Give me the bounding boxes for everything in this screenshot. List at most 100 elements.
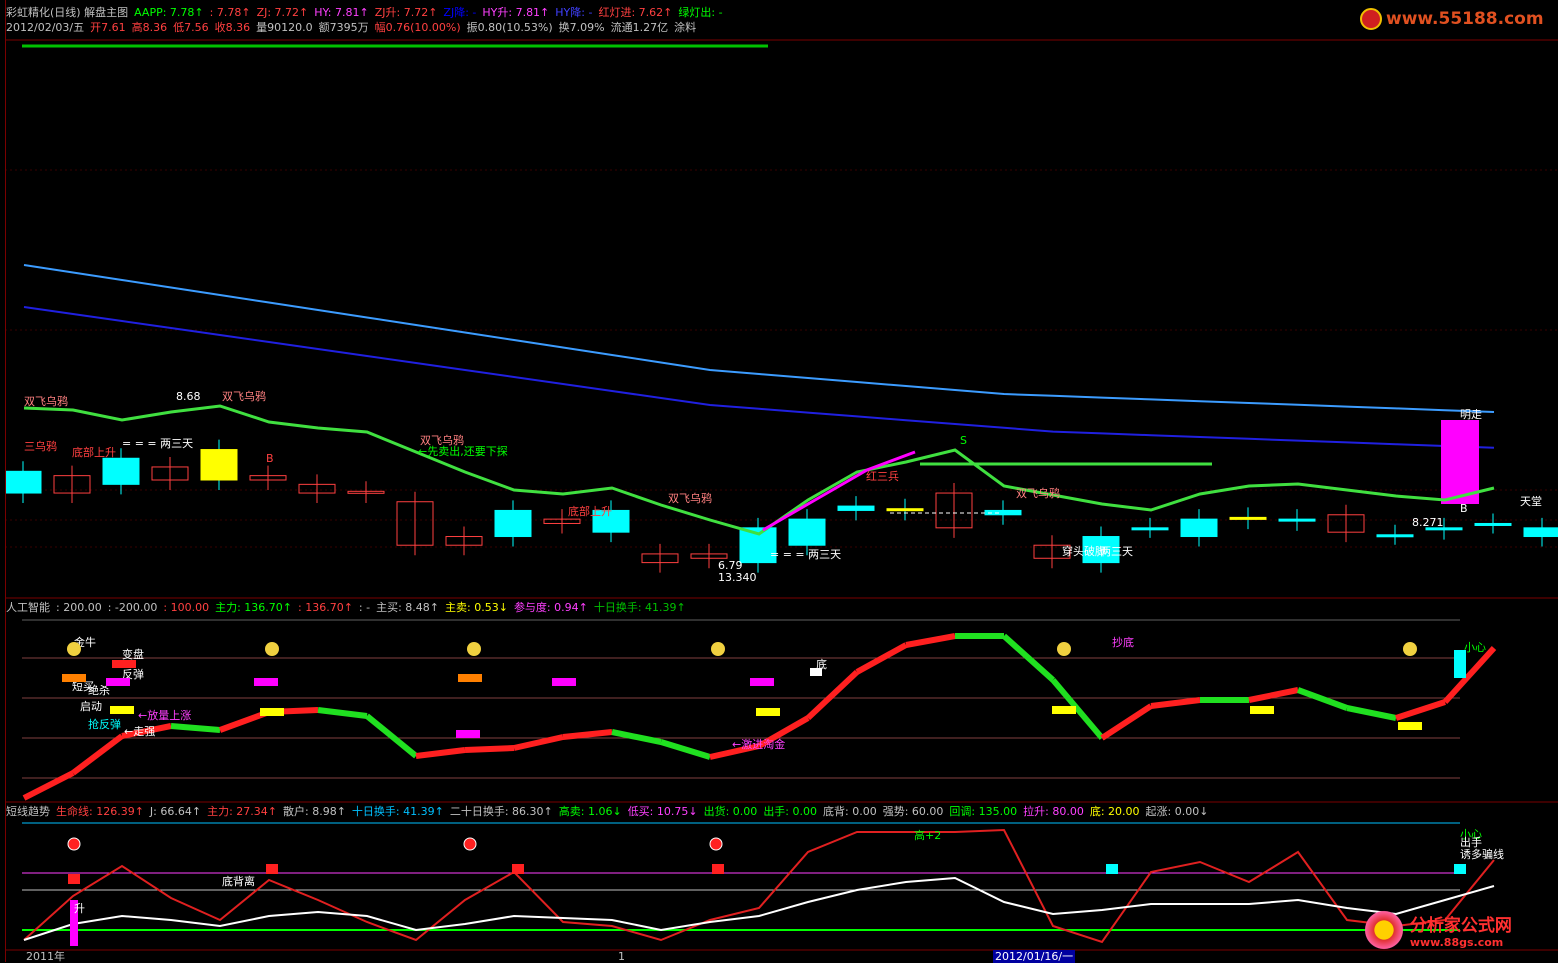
- panel3-marker-2: [512, 864, 524, 874]
- panel2-header-item-7: 主买: 8.48↑: [376, 601, 440, 614]
- watermark-bottom: 分析家公式网 www.88gs.com: [1362, 908, 1512, 952]
- panel2-bar-4: [254, 678, 278, 686]
- panel3-header-item-6: 二十日换手: 86.30↑: [449, 805, 553, 818]
- panel2-header-item-3: : 100.00: [163, 601, 210, 614]
- panel2-bar-11: [810, 668, 822, 676]
- panel2-label-6: 抢反弹: [88, 717, 121, 731]
- panel2-header-item-1: : 200.00: [56, 601, 102, 614]
- panel2-bar-13: [1250, 706, 1274, 714]
- price-label-6: B: [266, 452, 274, 465]
- panel2-segment-17: [855, 642, 908, 675]
- panel2-bar-8: [552, 678, 576, 686]
- panel2-segment-1: [71, 733, 124, 776]
- panel2-bar-6: [458, 674, 482, 682]
- price-label-14: 红三兵: [866, 470, 899, 483]
- panel3-marker-3: [712, 864, 724, 874]
- candle-body-4: [200, 449, 238, 481]
- header-row2-item-6: 额7395万: [318, 21, 369, 34]
- panel2-label-1: 变盘: [122, 647, 144, 661]
- panel3-label-5: 升: [74, 902, 85, 915]
- price-label-16: 双飞乌鸦: [1016, 486, 1060, 500]
- header-row1-item-2: : 7.78↑: [209, 6, 251, 19]
- panel2-segment-7: [365, 713, 418, 759]
- panel2-label-12: 小心: [1464, 641, 1486, 654]
- ma-mid-line: [23, 306, 1495, 449]
- panel2-header-item-4: 主力: 136.70↑: [215, 601, 292, 614]
- header-row1-item-10: 绿灯出: -: [678, 6, 723, 19]
- panel2-segment-29: [1442, 645, 1497, 705]
- header-row1-item-1: AAPP: 7.78↑: [134, 6, 204, 19]
- panel2-header-item-10: 十日换手: 41.39↑: [593, 601, 686, 614]
- panel2-segment-3: [170, 723, 221, 733]
- smiley-icon-5: [1403, 642, 1417, 656]
- panel3-marker-1: [266, 864, 278, 874]
- header-row1-item-3: ZJ: 7.72↑: [256, 6, 309, 19]
- panel2-segment-6: [317, 707, 368, 719]
- header-row2-item-7: 幅0.76(10.00%): [374, 21, 461, 34]
- panel2-bar-15: [1454, 650, 1466, 678]
- panel3-marker-0: [68, 874, 80, 884]
- panel3-header-item-7: 高卖: 1.06↓: [558, 805, 622, 818]
- header-row2-item-10: 流通1.27亿: [610, 21, 669, 34]
- panel3-header-item-4: 散户: 8.98↑: [283, 805, 346, 818]
- price-label-9: 底部上升: [568, 504, 612, 518]
- candle-body-31: [1523, 527, 1558, 538]
- panel2-segment-11: [562, 729, 613, 740]
- panel3-cross-icon-2: [709, 837, 723, 851]
- candle-body-30: [1474, 522, 1512, 526]
- panel2-segment-10: [513, 734, 564, 751]
- main-header-row1: 彩虹精化(日线) 解盘主图 AAPP: 7.78↑: 7.78↑ ZJ: 7.72↑…: [6, 6, 729, 19]
- panel2-bar-10: [750, 678, 774, 686]
- panel3-header-item-2: J: 66.64↑: [149, 805, 202, 818]
- panel3-header-item-15: 底: 20.00: [1089, 805, 1140, 818]
- header-row1-item-9: 红灯进: 7.62↑: [598, 6, 673, 19]
- watermark-top-text: www.55188.com: [1386, 9, 1544, 29]
- panel2-header-item-0: 人工智能: [6, 601, 50, 614]
- panel3-header-item-16: 起涨: 0.00↓: [1145, 805, 1209, 818]
- panel2-segment-26: [1296, 687, 1349, 711]
- panel2-segment-0: [22, 770, 75, 801]
- header-row2-item-5: 量90120.0: [256, 21, 313, 34]
- price-label-0: 双飞乌鸦: [24, 394, 68, 408]
- header-row2-item-8: 振0.80(10.53%): [466, 21, 553, 34]
- candle-body-17: [837, 505, 875, 511]
- header-row2-item-9: 换7.09%: [558, 21, 605, 34]
- price-label-13: = = = 两三天: [770, 548, 841, 561]
- candle-body-10: [494, 509, 532, 538]
- panel2-bar-12: [1052, 706, 1076, 714]
- panel2-bar-2: [62, 674, 86, 682]
- header-row2-item-11: 涂料: [674, 21, 697, 34]
- price-label-8: ←先卖出,还要下探: [418, 444, 508, 458]
- header-row1-item-7: HY升: 7.81↑: [482, 6, 550, 19]
- candle-body-16: [788, 518, 826, 546]
- trend-line-green: [23, 404, 1495, 536]
- panel3-header-item-5: 十日换手: 41.39↑: [351, 805, 444, 818]
- panel3-label-3: 出手: [1460, 835, 1482, 849]
- panel3-marker-5: [1454, 864, 1466, 874]
- candle-body-24: [1180, 518, 1218, 538]
- price-label-2: 底部上升: [72, 445, 116, 459]
- panel2-segment-8: [415, 747, 466, 759]
- panel2-label-7: ←放量上涨: [138, 708, 191, 722]
- panel3-label-0: 底背离: [222, 874, 255, 888]
- candle-body-28: [1376, 534, 1414, 538]
- header-row2-item-1: 开7.61: [90, 21, 126, 34]
- panel3-label-1: 高+2: [914, 828, 941, 842]
- price-label-19: 8.271: [1412, 516, 1444, 529]
- panel2-segment-27: [1346, 705, 1397, 721]
- price-label-18: 两三天: [1100, 545, 1133, 558]
- axis-label-date[interactable]: 2012/01/16/一: [993, 950, 1076, 963]
- panel3-marker-4: [1106, 864, 1118, 874]
- panel2-bar-14: [1398, 722, 1422, 730]
- panel3-cross-icon-1: [463, 837, 477, 851]
- candle-body-18: [886, 508, 924, 512]
- panel2-segment-13: [660, 739, 711, 760]
- panel2-bar-1: [106, 678, 130, 686]
- panel2-header-item-9: 参与度: 0.94↑: [513, 601, 588, 614]
- panel2-segment-25: [1248, 687, 1299, 703]
- panel2-bar-9: [756, 708, 780, 716]
- panel3-header-item-9: 出货: 0.00: [703, 805, 758, 818]
- watermark-bottom-cn: 分析家公式网: [1409, 916, 1512, 936]
- panel3-header-item-14: 拉升: 80.00: [1023, 805, 1084, 818]
- panel2-segment-9: [464, 745, 515, 753]
